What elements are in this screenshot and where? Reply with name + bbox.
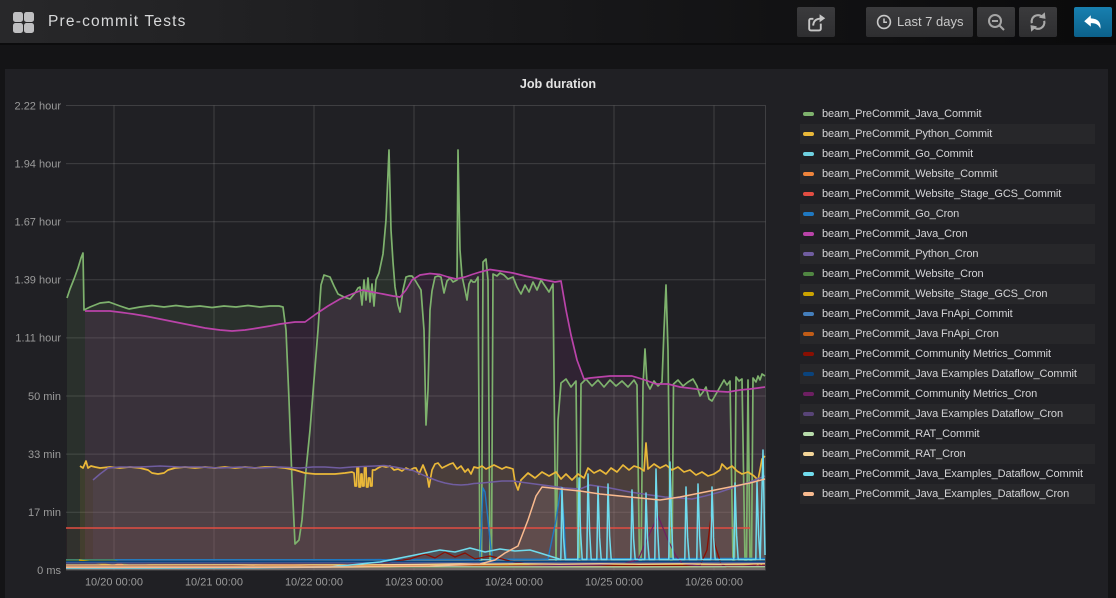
svg-text:10/20 00:00: 10/20 00:00 <box>85 577 143 589</box>
svg-text:1.94 hour: 1.94 hour <box>15 158 62 170</box>
svg-text:10/22 00:00: 10/22 00:00 <box>285 577 343 589</box>
svg-text:17 min: 17 min <box>28 507 61 519</box>
svg-text:1.11 hour: 1.11 hour <box>15 333 61 345</box>
svg-text:10/23 00:00: 10/23 00:00 <box>385 577 443 589</box>
svg-text:10/26 00:00: 10/26 00:00 <box>685 577 743 589</box>
svg-text:10/24 00:00: 10/24 00:00 <box>485 577 543 589</box>
svg-text:50 min: 50 min <box>28 391 61 403</box>
svg-text:10/21 00:00: 10/21 00:00 <box>185 577 243 589</box>
svg-text:2.22 hour: 2.22 hour <box>15 100 62 112</box>
svg-text:33 min: 33 min <box>28 449 61 461</box>
svg-text:0 ms: 0 ms <box>37 565 61 577</box>
svg-text:1.39 hour: 1.39 hour <box>15 275 62 287</box>
svg-text:10/25 00:00: 10/25 00:00 <box>585 577 643 589</box>
svg-text:1.67 hour: 1.67 hour <box>15 217 62 229</box>
